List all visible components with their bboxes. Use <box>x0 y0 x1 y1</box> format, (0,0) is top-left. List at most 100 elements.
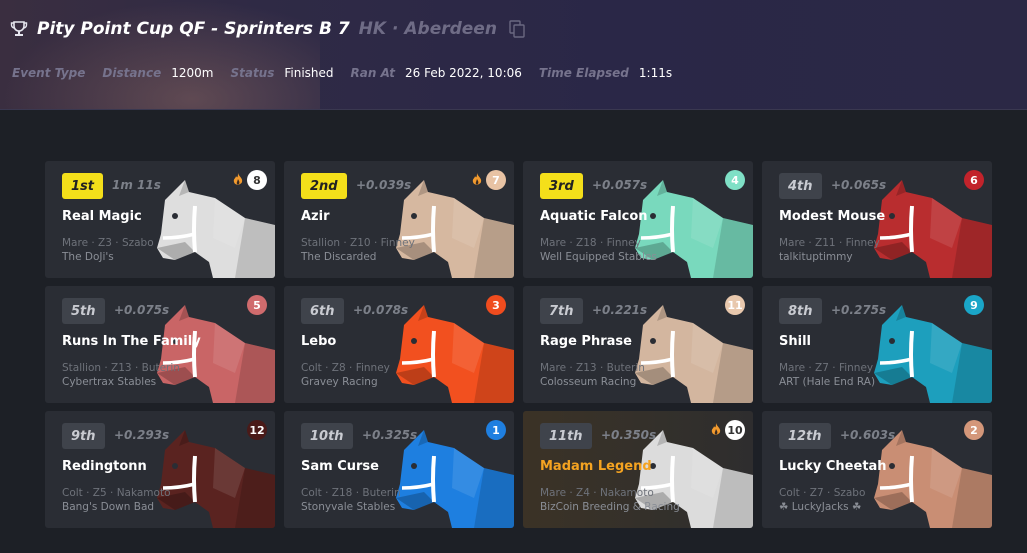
horse-info: Stallion · Z13 · Buterin <box>62 362 180 374</box>
finish-margin: +0.293s <box>114 428 170 442</box>
gate-number-badge: 6 <box>964 170 984 190</box>
finish-margin: +0.065s <box>831 178 887 192</box>
meta-value: 1:11s <box>638 66 673 80</box>
horse-name[interactable]: Aquatic Falcon <box>540 209 648 224</box>
horse-info: Mare · Z11 · Finney <box>779 237 880 249</box>
result-card[interactable]: 2nd +0.039s Azir Stallion · Z10 · Finney… <box>284 161 514 278</box>
horse-icon <box>874 430 992 528</box>
result-card[interactable]: 12th +0.603s Lucky Cheetah Colt · Z7 · S… <box>762 411 992 528</box>
meta-label: Status <box>230 66 275 80</box>
horse-icon <box>396 305 514 403</box>
position-badge: 2nd <box>301 173 347 199</box>
race-location: HK · Aberdeen <box>358 19 497 39</box>
stable-name[interactable]: talkituptimmy <box>779 251 853 263</box>
finish-margin: +0.221s <box>592 303 648 317</box>
results-grid: 1st 1m 11s Real Magic Mare · Z3 · Szabo … <box>45 161 992 528</box>
gate-number-badge: 12 <box>247 420 267 440</box>
position-badge: 4th <box>779 173 822 199</box>
finish-margin: +0.039s <box>356 178 412 192</box>
position-badge: 6th <box>301 298 344 324</box>
horse-name[interactable]: Madam Legend <box>540 459 652 474</box>
horse-name[interactable]: Rage Phrase <box>540 334 632 349</box>
stable-name[interactable]: Cybertrax Stables <box>62 376 156 388</box>
gate-number-badge: 2 <box>964 420 984 440</box>
fire-icon <box>472 173 482 185</box>
horse-name[interactable]: Redingtonn <box>62 459 147 474</box>
result-card[interactable]: 9th +0.293s Redingtonn Colt · Z5 · Nakam… <box>45 411 275 528</box>
horse-name[interactable]: Lucky Cheetah <box>779 459 887 474</box>
result-card[interactable]: 3rd +0.057s Aquatic Falcon Mare · Z18 · … <box>523 161 753 278</box>
gate-number-badge: 7 <box>486 170 506 190</box>
horse-icon <box>396 180 514 278</box>
position-badge: 1st <box>62 173 103 199</box>
finish-margin: +0.075s <box>114 303 170 317</box>
fire-icon <box>233 173 243 185</box>
stable-name[interactable]: Stonyvale Stables <box>301 501 395 513</box>
gate-number-badge: 11 <box>725 295 745 315</box>
horse-info: Mare · Z7 · Finney <box>779 362 874 374</box>
finish-margin: 1m 11s <box>112 178 161 192</box>
horse-name[interactable]: Shill <box>779 334 811 349</box>
gate-number-badge: 9 <box>964 295 984 315</box>
meta-value: Finished <box>284 66 334 80</box>
horse-icon <box>396 430 514 528</box>
horse-icon <box>157 180 275 278</box>
result-card[interactable]: 5th +0.075s Runs In The Family Stallion … <box>45 286 275 403</box>
horse-name[interactable]: Sam Curse <box>301 459 379 474</box>
stable-name[interactable]: Well Equipped Stables <box>540 251 657 263</box>
finish-margin: +0.057s <box>592 178 648 192</box>
horse-name[interactable]: Runs In The Family <box>62 334 201 349</box>
fire-icon <box>711 423 721 435</box>
meta-value: 26 Feb 2022, 10:06 <box>404 66 522 80</box>
horse-info: Stallion · Z10 · Finney <box>301 237 415 249</box>
horse-name[interactable]: Lebo <box>301 334 336 349</box>
gate-number-badge: 5 <box>247 295 267 315</box>
result-card[interactable]: 10th +0.325s Sam Curse Colt · Z18 · Bute… <box>284 411 514 528</box>
horse-info: Colt · Z18 · Buterin <box>301 487 401 499</box>
horse-info: Mare · Z18 · Finney <box>540 237 641 249</box>
stable-name[interactable]: The Discarded <box>301 251 376 263</box>
meta-label: Ran At <box>350 66 395 80</box>
meta-label: Event Type <box>12 66 86 80</box>
trophy-icon <box>10 21 28 36</box>
finish-margin: +0.325s <box>362 428 418 442</box>
stable-name[interactable]: BizCoin Breeding & Racing <box>540 501 680 513</box>
horse-info: Colt · Z7 · Szabo <box>779 487 866 499</box>
horse-icon <box>635 305 753 403</box>
result-card[interactable]: 7th +0.221s Rage Phrase Mare · Z13 · But… <box>523 286 753 403</box>
position-badge: 5th <box>62 298 105 324</box>
position-badge: 10th <box>301 423 353 449</box>
horse-name[interactable]: Azir <box>301 209 330 224</box>
horse-icon <box>157 430 275 528</box>
position-badge: 9th <box>62 423 105 449</box>
horse-name[interactable]: Modest Mouse <box>779 209 885 224</box>
race-title: Pity Point Cup QF - Sprinters B 7 <box>37 19 350 39</box>
position-badge: 7th <box>540 298 583 324</box>
stable-name[interactable]: The DoJi's <box>62 251 114 263</box>
horse-icon <box>635 180 753 278</box>
copy-icon[interactable] <box>509 20 525 38</box>
finish-margin: +0.350s <box>601 428 657 442</box>
stable-name[interactable]: Bang's Down Bad <box>62 501 154 513</box>
horse-icon <box>157 305 275 403</box>
stable-name[interactable]: ART (Hale End RA) <box>779 376 875 388</box>
result-card[interactable]: 11th +0.350s Madam Legend Mare · Z4 · Na… <box>523 411 753 528</box>
stable-name[interactable]: Gravey Racing <box>301 376 378 388</box>
race-meta: Event Type Distance 1200m Status Finished Ran… <box>12 66 689 80</box>
finish-margin: +0.603s <box>840 428 896 442</box>
finish-margin: +0.275s <box>831 303 887 317</box>
title-row: Pity Point Cup QF - Sprinters B 7 HK · A… <box>10 17 525 41</box>
horse-name[interactable]: Real Magic <box>62 209 142 224</box>
horse-icon <box>874 305 992 403</box>
horse-info: Mare · Z4 · Nakamoto <box>540 487 654 499</box>
result-card[interactable]: 6th +0.078s Lebo Colt · Z8 · Finney Grav… <box>284 286 514 403</box>
result-card[interactable]: 4th +0.065s Modest Mouse Mare · Z11 · Fi… <box>762 161 992 278</box>
position-badge: 3rd <box>540 173 583 199</box>
position-badge: 11th <box>540 423 592 449</box>
stable-name[interactable]: ☘ LuckyJacks ☘ <box>779 501 861 513</box>
result-card[interactable]: 1st 1m 11s Real Magic Mare · Z3 · Szabo … <box>45 161 275 278</box>
stable-name[interactable]: Colosseum Racing <box>540 376 636 388</box>
horse-info: Mare · Z13 · Buterin <box>540 362 645 374</box>
position-badge: 12th <box>779 423 831 449</box>
result-card[interactable]: 8th +0.275s Shill Mare · Z7 · Finney ART… <box>762 286 992 403</box>
